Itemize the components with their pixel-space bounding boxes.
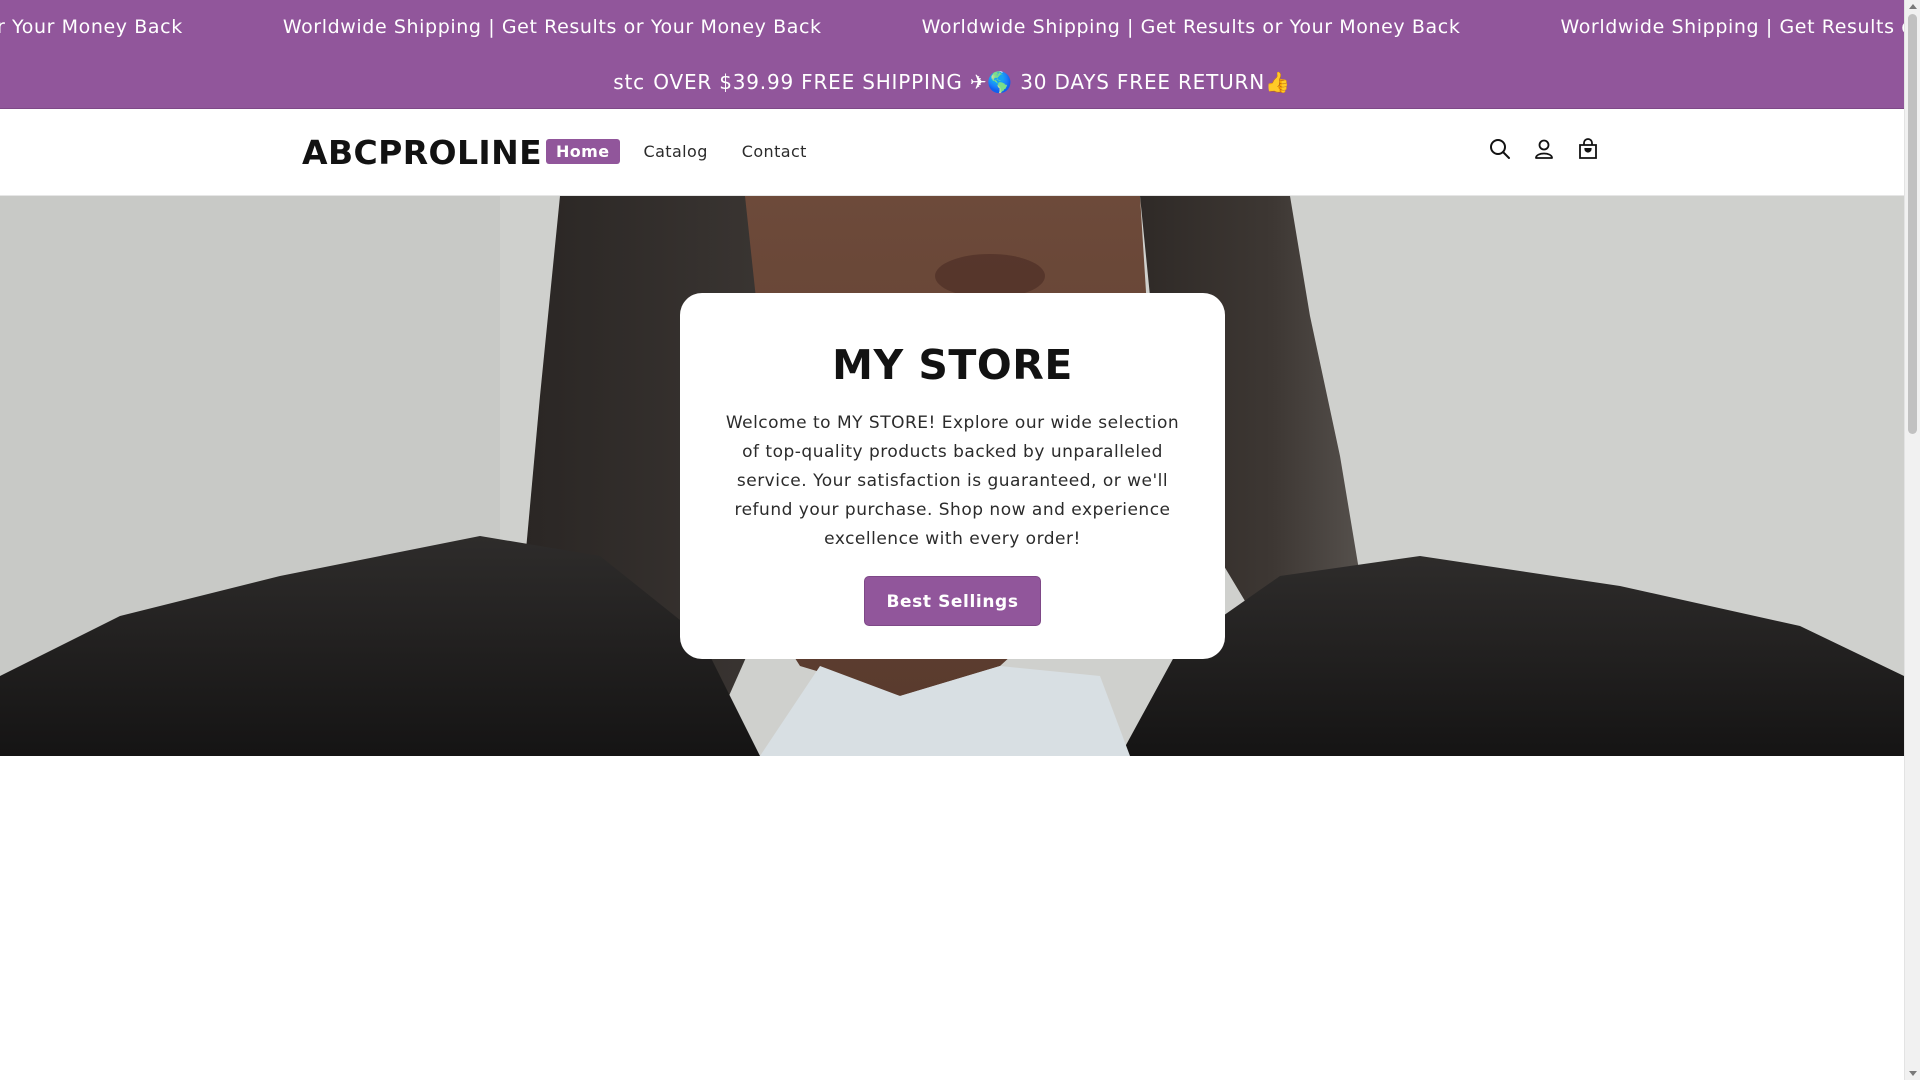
shipping-announcement-bar: stc OVER $39.99 FREE SHIPPING ✈🌎 30 DAYS… — [0, 54, 1904, 109]
marquee-track: Worldwide Shipping | Get Results or Your… — [0, 0, 1904, 54]
site-header: ABCPROLINE Home Catalog Contact — [0, 109, 1904, 196]
nav-link-catalog[interactable]: Catalog — [634, 139, 718, 164]
shipping-ticker: stc OVER $39.99 FREE SHIPPING ✈🌎 30 DAYS… — [613, 70, 1290, 94]
account-icon[interactable] — [1532, 137, 1556, 161]
store-logo[interactable]: ABCPROLINE — [302, 133, 542, 172]
marquee-item: Worldwide Shipping | Get Results or Your… — [921, 16, 1461, 38]
page-scrollbar[interactable] — [1904, 0, 1920, 1080]
marquee-item: Worldwide Shipping | Get Results or Your… — [0, 16, 183, 38]
page: Worldwide Shipping | Get Results or Your… — [0, 0, 1904, 1080]
hero-title: MY STORE — [832, 341, 1073, 389]
content-area — [0, 756, 1904, 1080]
marquee-item: Worldwide Shipping | Get Results or Your… — [1560, 16, 1904, 38]
header-icons — [1488, 137, 1600, 161]
nav-link-home[interactable]: Home — [546, 139, 620, 164]
hero-description: Welcome to MY STORE! Explore our wide se… — [725, 413, 1180, 549]
shipping-message: OVER $39.99 FREE SHIPPING ✈🌎 30 DAYS FRE… — [653, 69, 1291, 94]
scroll-up-arrow-icon[interactable] — [1909, 4, 1917, 9]
best-sellings-button[interactable]: Best Sellings — [864, 576, 1041, 626]
hero-card: MY STORE Welcome to MY STORE! Explore ou… — [680, 293, 1225, 659]
main-nav: Home Catalog Contact — [546, 139, 817, 164]
scroll-down-arrow-icon[interactable] — [1909, 1071, 1917, 1076]
search-icon[interactable] — [1488, 137, 1512, 161]
announcement-marquee-bar: Worldwide Shipping | Get Results or Your… — [0, 0, 1904, 54]
ticker-fragment: stc — [613, 69, 644, 94]
nav-link-contact[interactable]: Contact — [732, 139, 817, 164]
scrollbar-thumb[interactable] — [1908, 14, 1917, 434]
marquee-item: Worldwide Shipping | Get Results or Your… — [282, 16, 822, 38]
hero-banner: MY STORE Welcome to MY STORE! Explore ou… — [0, 196, 1904, 756]
cart-icon[interactable] — [1576, 137, 1600, 161]
